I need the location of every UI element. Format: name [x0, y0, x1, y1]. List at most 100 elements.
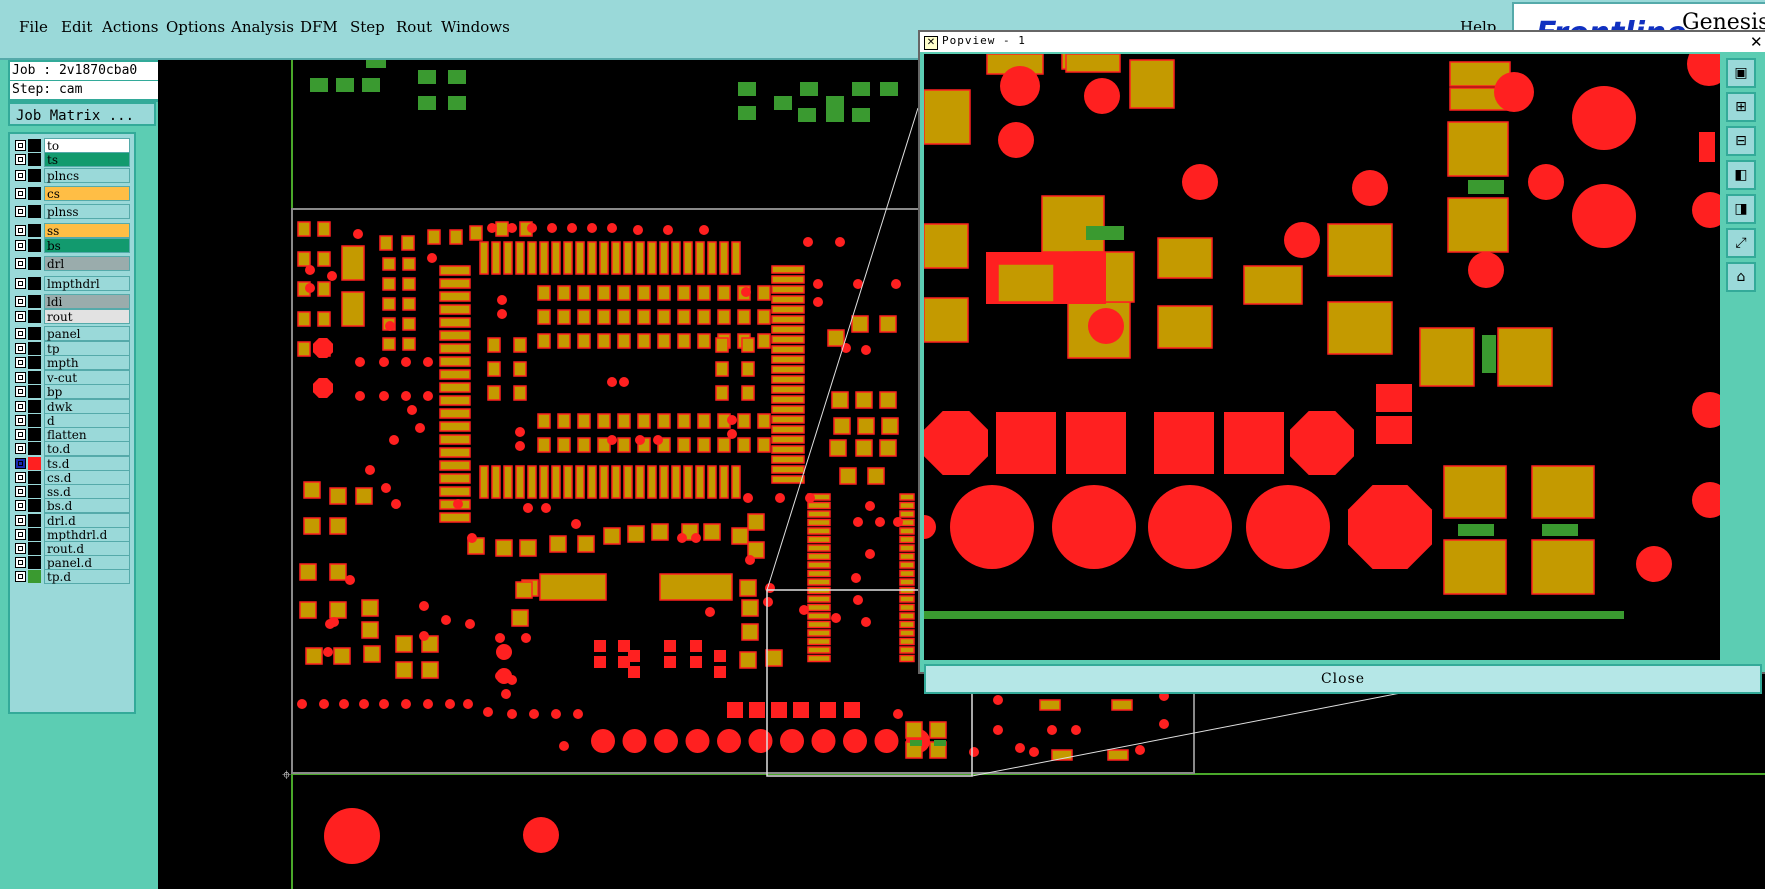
layer-row-to[interactable]: to: [12, 138, 130, 153]
menu-step[interactable]: Step: [350, 18, 385, 36]
zoom-out-icon[interactable]: ⊟: [1726, 126, 1756, 156]
layer-color-swatch[interactable]: [28, 187, 41, 200]
layer-name[interactable]: plncs: [44, 168, 130, 183]
layer-name[interactable]: ldi: [44, 294, 130, 309]
layer-name[interactable]: bs.d: [44, 498, 130, 513]
layer-name[interactable]: plnss: [44, 204, 130, 219]
layer-row-rout[interactable]: rout: [12, 309, 130, 324]
layer-checkbox[interactable]: [15, 529, 26, 540]
layer-name[interactable]: lmpthdrl: [44, 276, 130, 291]
layer-color-swatch[interactable]: [28, 385, 41, 398]
zoom-in-icon[interactable]: ⊞: [1726, 92, 1756, 122]
layer-row-bs[interactable]: bs: [12, 238, 130, 253]
layer-checkbox[interactable]: [15, 140, 26, 151]
layer-checkbox[interactable]: [15, 278, 26, 289]
popview-titlebar[interactable]: ✕ Popview - 1 ✕: [920, 32, 1765, 52]
layer-color-swatch[interactable]: [28, 400, 41, 413]
layer-checkbox[interactable]: [15, 571, 26, 582]
layer-row-dwk[interactable]: dwk: [12, 399, 130, 414]
layer-checkbox[interactable]: [15, 225, 26, 236]
layer-color-swatch[interactable]: [28, 310, 41, 323]
layer-row-cs-d[interactable]: cs.d: [12, 470, 130, 485]
layer-color-swatch[interactable]: [28, 257, 41, 270]
layer-color-swatch[interactable]: [28, 356, 41, 369]
layer-color-swatch[interactable]: [28, 327, 41, 340]
layer-checkbox[interactable]: [15, 515, 26, 526]
pan-right-icon[interactable]: ◨: [1726, 194, 1756, 224]
menu-analysis[interactable]: Analysis: [231, 18, 294, 36]
layer-name[interactable]: rout.d: [44, 541, 130, 556]
layer-checkbox[interactable]: [15, 154, 26, 165]
layer-checkbox[interactable]: [15, 415, 26, 426]
layer-name[interactable]: ss: [44, 223, 130, 238]
layer-color-swatch[interactable]: [28, 277, 41, 290]
layer-color-swatch[interactable]: [28, 153, 41, 166]
layer-name[interactable]: mpthdrl.d: [44, 527, 130, 542]
layer-row-bp[interactable]: bp: [12, 384, 130, 399]
layer-checkbox[interactable]: [15, 296, 26, 307]
layer-color-swatch[interactable]: [28, 205, 41, 218]
layer-name[interactable]: to: [44, 138, 130, 153]
layer-row-ss[interactable]: ss: [12, 223, 130, 238]
layer-name[interactable]: ts: [44, 152, 130, 167]
layer-checkbox[interactable]: [15, 357, 26, 368]
layer-name[interactable]: ts.d: [44, 456, 130, 471]
layer-color-swatch[interactable]: [28, 542, 41, 555]
layer-name[interactable]: panel.d: [44, 555, 130, 570]
layer-row-lmpthdrl[interactable]: lmpthdrl: [12, 276, 130, 291]
layer-color-swatch[interactable]: [28, 295, 41, 308]
layer-row-ts[interactable]: ts: [12, 152, 130, 167]
layer-checkbox[interactable]: [15, 401, 26, 412]
layer-row-panel[interactable]: panel: [12, 326, 130, 341]
layer-name[interactable]: dwk: [44, 399, 130, 414]
layer-row-drl-d[interactable]: drl.d: [12, 513, 130, 528]
zoom-window-icon[interactable]: ▣: [1726, 58, 1756, 88]
layer-row-mpthdrl-d[interactable]: mpthdrl.d: [12, 527, 130, 542]
layer-checkbox[interactable]: [15, 486, 26, 497]
layer-row-v-cut[interactable]: v-cut: [12, 370, 130, 385]
layer-checkbox[interactable]: [15, 328, 26, 339]
layer-name[interactable]: drl: [44, 256, 130, 271]
layer-color-swatch[interactable]: [28, 514, 41, 527]
layer-row-drl[interactable]: drl: [12, 256, 130, 271]
layer-name[interactable]: panel: [44, 326, 130, 341]
layer-color-swatch[interactable]: [28, 556, 41, 569]
layer-row-to-d[interactable]: to.d: [12, 441, 130, 456]
popview-canvas[interactable]: [924, 54, 1720, 660]
layer-name[interactable]: tp.d: [44, 569, 130, 584]
layer-row-panel-d[interactable]: panel.d: [12, 555, 130, 570]
layer-row-tp[interactable]: tp: [12, 341, 130, 356]
menu-options[interactable]: Options: [166, 18, 225, 36]
layer-name[interactable]: flatten: [44, 427, 130, 442]
layer-checkbox[interactable]: [15, 170, 26, 181]
layer-color-swatch[interactable]: [28, 224, 41, 237]
layer-row-ss-d[interactable]: ss.d: [12, 484, 130, 499]
layer-name[interactable]: cs: [44, 186, 130, 201]
layer-name[interactable]: ss.d: [44, 484, 130, 499]
window-menu-icon[interactable]: ✕: [924, 36, 938, 50]
layer-color-swatch[interactable]: [28, 428, 41, 441]
layer-color-swatch[interactable]: [28, 342, 41, 355]
layer-color-swatch[interactable]: [28, 139, 41, 152]
layer-checkbox[interactable]: [15, 188, 26, 199]
layer-checkbox[interactable]: [15, 429, 26, 440]
layer-row-plnss[interactable]: plnss: [12, 204, 130, 219]
layer-checkbox[interactable]: [15, 206, 26, 217]
layer-row-flatten[interactable]: flatten: [12, 427, 130, 442]
layer-name[interactable]: mpth: [44, 355, 130, 370]
menu-edit[interactable]: Edit: [61, 18, 92, 36]
layer-color-swatch[interactable]: [28, 457, 41, 470]
layer-name[interactable]: cs.d: [44, 470, 130, 485]
layer-row-plncs[interactable]: plncs: [12, 168, 130, 183]
layer-row-ts-d[interactable]: ts.d: [12, 456, 130, 471]
layer-checkbox[interactable]: [15, 372, 26, 383]
close-icon[interactable]: ✕: [1750, 33, 1763, 51]
layer-name[interactable]: bp: [44, 384, 130, 399]
layer-color-swatch[interactable]: [28, 499, 41, 512]
menu-rout[interactable]: Rout: [396, 18, 432, 36]
layer-name[interactable]: v-cut: [44, 370, 130, 385]
layer-name[interactable]: d: [44, 413, 130, 428]
popview-close-button[interactable]: Close: [924, 664, 1762, 694]
zoom-home-icon[interactable]: ⌂: [1726, 262, 1756, 292]
layer-checkbox[interactable]: [15, 557, 26, 568]
